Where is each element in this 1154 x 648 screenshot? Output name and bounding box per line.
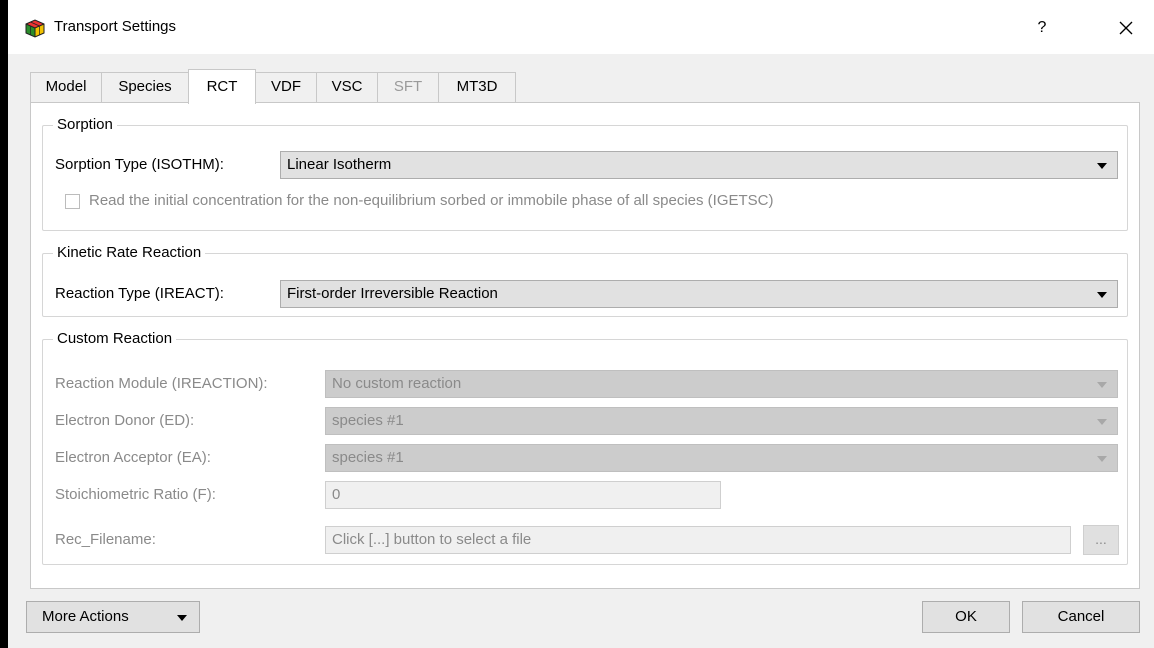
rct-tab-panel: Sorption Sorption Type (ISOTHM): Linear … <box>30 102 1140 589</box>
tab-sft: SFT <box>377 72 439 102</box>
sorption-type-dropdown[interactable]: Linear Isotherm <box>280 151 1118 179</box>
tab-vsc[interactable]: VSC <box>316 72 378 102</box>
transport-settings-dialog: Transport Settings ? Model Species RCT V… <box>8 0 1154 648</box>
igetsc-checkbox[interactable] <box>65 194 80 209</box>
ok-button[interactable]: OK <box>922 601 1010 633</box>
electron-acceptor-dropdown: species #1 <box>325 444 1118 472</box>
reaction-module-dropdown: No custom reaction <box>325 370 1118 398</box>
browse-file-button: ... <box>1083 525 1119 555</box>
title-bar: Transport Settings ? <box>8 0 1154 54</box>
stoichiometric-ratio-label: Stoichiometric Ratio (F): <box>55 486 216 503</box>
chevron-down-icon <box>1097 292 1107 298</box>
kinetic-rate-group-title: Kinetic Rate Reaction <box>53 244 206 261</box>
electron-donor-label: Electron Donor (ED): <box>55 412 195 429</box>
custom-reaction-group: Custom Reaction Reaction Module (IREACTI… <box>42 330 1128 565</box>
electron-donor-dropdown: species #1 <box>325 407 1118 435</box>
more-actions-label: More Actions <box>42 608 129 625</box>
electron-acceptor-label: Electron Acceptor (EA): <box>55 449 211 466</box>
stoichiometric-ratio-field: 0 <box>325 481 721 509</box>
rec-filename-label: Rec_Filename: <box>55 531 156 548</box>
help-button[interactable]: ? <box>1030 16 1054 40</box>
electron-acceptor-value: species #1 <box>332 449 404 466</box>
reaction-type-value: First-order Irreversible Reaction <box>287 285 498 302</box>
chevron-down-icon <box>1097 382 1107 388</box>
reaction-type-dropdown[interactable]: First-order Irreversible Reaction <box>280 280 1118 308</box>
close-button[interactable] <box>1112 14 1140 42</box>
sorption-group: Sorption Sorption Type (ISOTHM): Linear … <box>42 116 1128 231</box>
tab-model[interactable]: Model <box>30 72 102 102</box>
tab-rct[interactable]: RCT <box>188 69 256 104</box>
chevron-down-icon <box>177 615 187 621</box>
kinetic-rate-group: Kinetic Rate Reaction Reaction Type (IRE… <box>42 244 1128 317</box>
chevron-down-icon <box>1097 163 1107 169</box>
custom-reaction-group-title: Custom Reaction <box>53 330 177 347</box>
window-title: Transport Settings <box>54 18 176 35</box>
sorption-group-title: Sorption <box>53 116 117 133</box>
cancel-button[interactable]: Cancel <box>1022 601 1140 633</box>
reaction-type-label: Reaction Type (IREACT): <box>55 285 224 302</box>
reaction-module-value: No custom reaction <box>332 375 462 392</box>
igetsc-checkbox-label: Read the initial concentration for the n… <box>89 192 774 209</box>
sorption-type-value: Linear Isotherm <box>287 156 392 173</box>
tab-vdf[interactable]: VDF <box>255 72 317 102</box>
close-icon <box>1119 21 1133 35</box>
tab-mt3d[interactable]: MT3D <box>438 72 516 102</box>
reaction-module-label: Reaction Module (IREACTION): <box>55 375 268 392</box>
app-cube-icon <box>25 19 45 38</box>
rec-filename-field: Click [...] button to select a file <box>325 526 1071 554</box>
more-actions-button[interactable]: More Actions <box>26 601 200 633</box>
electron-donor-value: species #1 <box>332 412 404 429</box>
sorption-type-label: Sorption Type (ISOTHM): <box>55 156 224 173</box>
tab-species[interactable]: Species <box>101 72 189 102</box>
chevron-down-icon <box>1097 456 1107 462</box>
chevron-down-icon <box>1097 419 1107 425</box>
